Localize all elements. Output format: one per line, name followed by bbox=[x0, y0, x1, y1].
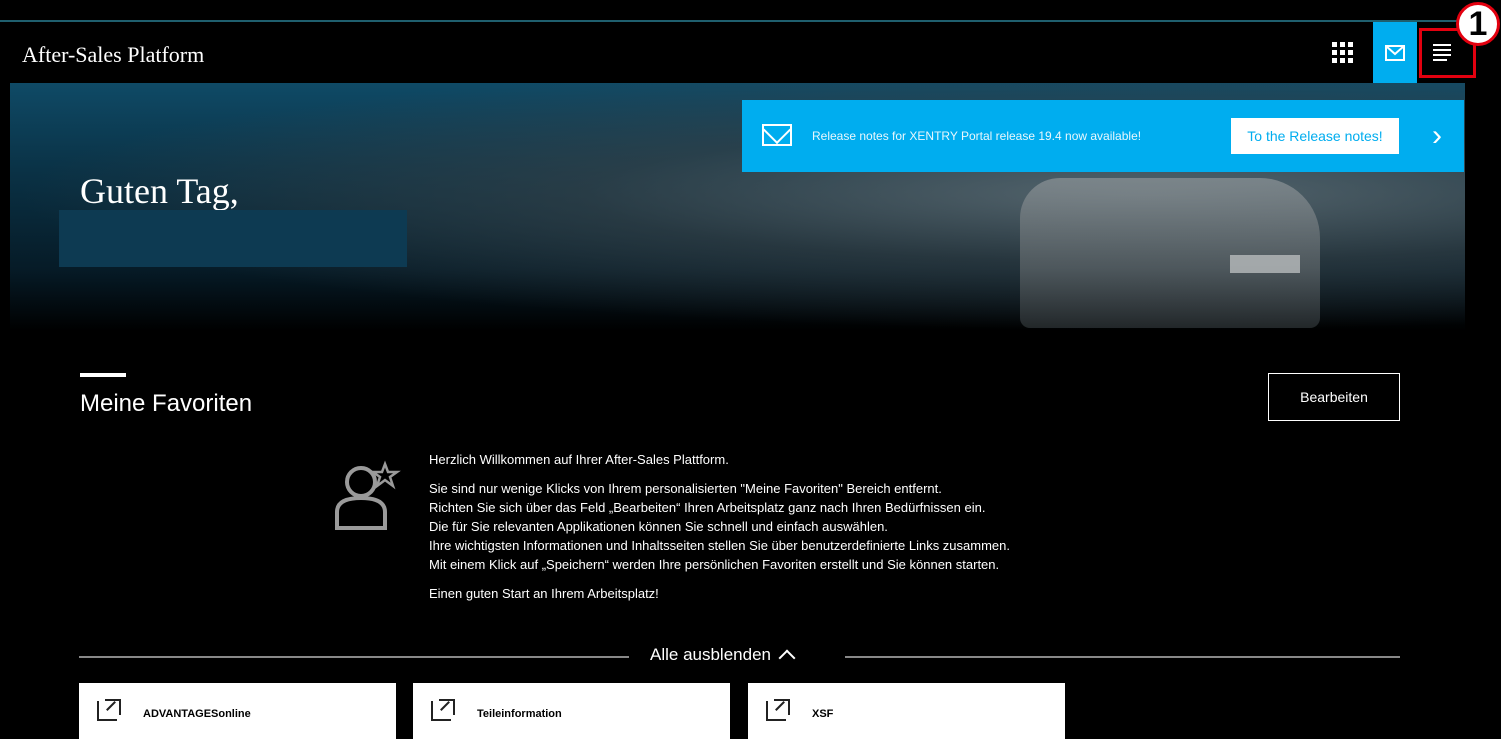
section-accent-bar bbox=[80, 373, 126, 377]
tile-label: Teileinformation bbox=[477, 708, 562, 720]
welcome-line: Einen guten Start an Ihrem Arbeitsplatz! bbox=[429, 586, 659, 601]
favorites-title: Meine Favoriten bbox=[80, 390, 253, 417]
notification-text: Release notes for XENTRY Portal release … bbox=[812, 129, 1142, 143]
favorite-tile-teileinformation[interactable]: Teileinformation bbox=[413, 683, 730, 739]
external-link-icon bbox=[97, 699, 121, 721]
favorite-tile-xsf[interactable]: XSF bbox=[748, 683, 1065, 739]
hero-license-plate bbox=[1230, 255, 1300, 273]
welcome-line: Mit einem Klick auf „Speichern“ werden I… bbox=[429, 557, 1000, 572]
favorite-tile-advantagesonline[interactable]: ADVANTAGESonline bbox=[79, 683, 396, 739]
user-name-box bbox=[59, 210, 407, 267]
apps-button[interactable] bbox=[1320, 22, 1364, 83]
chevron-right-icon[interactable]: › bbox=[1422, 116, 1452, 156]
collapse-all-toggle[interactable]: Alle ausblenden bbox=[650, 645, 796, 667]
external-link-icon bbox=[431, 699, 455, 721]
mail-icon bbox=[1385, 44, 1405, 61]
top-strip bbox=[0, 0, 1501, 22]
welcome-line: Richten Sie sich über das Feld „Bearbeit… bbox=[429, 500, 986, 515]
app-header: After-Sales Platform bbox=[0, 22, 1470, 101]
welcome-line: Ihre wichtigsten Informationen und Inhal… bbox=[429, 538, 1010, 553]
divider bbox=[79, 656, 629, 658]
tile-label: ADVANTAGESonline bbox=[143, 708, 251, 720]
chevron-up-icon bbox=[778, 649, 796, 667]
step-badge: 1 bbox=[1456, 2, 1500, 46]
release-notes-button[interactable]: To the Release notes! bbox=[1231, 118, 1399, 154]
welcome-text: Herzlich Willkommen auf Ihrer After-Sale… bbox=[429, 450, 1010, 603]
edit-button[interactable]: Bearbeiten bbox=[1268, 373, 1400, 421]
favorite-user-icon bbox=[335, 460, 401, 530]
apps-grid-icon bbox=[1331, 42, 1353, 63]
envelope-icon bbox=[762, 124, 792, 146]
divider bbox=[845, 656, 1400, 658]
tile-label: XSF bbox=[812, 708, 834, 720]
external-link-icon bbox=[766, 699, 790, 721]
collapse-label: Alle ausblenden bbox=[650, 645, 771, 664]
release-notification: Release notes for XENTRY Portal release … bbox=[742, 100, 1464, 172]
menu-icon bbox=[1433, 41, 1451, 64]
welcome-line: Sie sind nur wenige Klicks von Ihrem per… bbox=[429, 481, 942, 496]
brand-title: After-Sales Platform bbox=[22, 42, 205, 67]
welcome-line: Die für Sie relevanten Applikationen kön… bbox=[429, 519, 888, 534]
welcome-line: Herzlich Willkommen auf Ihrer After-Sale… bbox=[429, 452, 729, 467]
greeting-heading: Guten Tag, bbox=[80, 171, 239, 211]
hero-car-image bbox=[1020, 178, 1320, 328]
